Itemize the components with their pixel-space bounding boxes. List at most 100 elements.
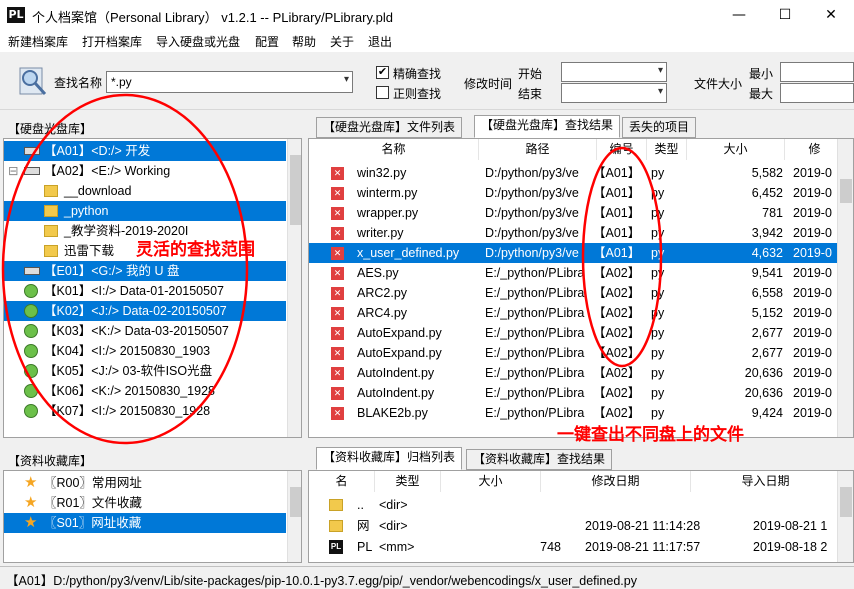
cell-name: AutoIndent.py	[357, 366, 435, 380]
min-label: 最小	[749, 67, 774, 81]
favorites-item[interactable]: ★ 〖R01〗文件收藏	[4, 493, 286, 513]
menu-about[interactable]: 关于	[330, 33, 354, 50]
table-row[interactable]: ✕ ARC4.py E:/_python/PLibra 【A02】 py 5,152 201…	[309, 303, 837, 323]
menu-help[interactable]: 帮助	[292, 33, 316, 50]
exact-search-checkbox[interactable]: ✔	[376, 66, 389, 79]
column-header-path[interactable]: 路径	[479, 139, 597, 160]
archive-header-type[interactable]: 类型	[375, 471, 441, 492]
table-row[interactable]: ✕ ARC2.py E:/_python/PLibra 【A02】 py 6,558 201…	[309, 283, 837, 303]
disk-tree-item[interactable]: 【K01】<I:/> Data-01-20150507	[4, 281, 286, 301]
cell-modified: 2019-0	[793, 166, 832, 180]
table-row[interactable]: ✕ winterm.py D:/python/py3/ve 【A01】 py 6,452 2…	[309, 183, 837, 203]
cell-type: py	[651, 246, 665, 260]
search-name-input[interactable]: *.py ▾	[106, 71, 353, 93]
start-date-picker[interactable]: ▾	[561, 62, 667, 82]
table-row[interactable]: ✕ wrapper.py D:/python/py3/ve 【A01】 py 781 201…	[309, 203, 837, 223]
disk-tree-item[interactable]: 【K04】<I:/> 20150830_1903	[4, 341, 286, 361]
tab-disk-search-results[interactable]: 【硬盘光盘库】查找结果	[474, 115, 621, 138]
disk-tree-label: 迅雷下载	[64, 244, 115, 258]
column-header-id[interactable]: 编号	[597, 139, 647, 160]
column-header-size[interactable]: 大小	[687, 139, 785, 160]
table-row[interactable]: ✕ writer.py D:/python/py3/ve 【A01】 py 3,942 20…	[309, 223, 837, 243]
cell-size: 2,677	[751, 326, 783, 340]
regex-search-checkbox[interactable]	[376, 86, 389, 99]
search-results-table: 名称 路径 编号 类型 大小 修 ✕ win32.py D:/python/py3/…	[308, 138, 854, 438]
table-row[interactable]: ✕ AutoExpand.py E:/_python/PLibra 【A02】 py 2,…	[309, 323, 837, 343]
cell-name: x_user_defined.py	[357, 246, 460, 260]
tab-archive-list[interactable]: 【资料收藏库】归档列表	[316, 447, 463, 470]
disk-tree-item[interactable]: 【K07】<I:/> 20150830_1928	[4, 401, 286, 421]
cell-id: 【A01】	[593, 206, 641, 220]
cell-id: 【A01】	[593, 226, 641, 240]
table-row[interactable]: ✕ AES.py E:/_python/PLibra 【A02】 py 9,541 2019…	[309, 263, 837, 283]
tab-disk-file-list[interactable]: 【硬盘光盘库】文件列表	[316, 117, 463, 138]
disk-tree-label: __download	[64, 184, 132, 198]
archive-header-imported[interactable]: 导入日期	[691, 471, 841, 492]
cell-id: 【A02】	[593, 366, 641, 380]
annotation-left-text: 灵活的查找范围	[136, 240, 255, 260]
favorites-item[interactable]: ★ 〖R00〗常用网址	[4, 473, 286, 493]
table-row[interactable]: PL PL <mm> 748 2019-08-21 11:17:57 2019-08-18…	[309, 537, 837, 557]
archive-scrollbar[interactable]	[837, 471, 853, 562]
table-row[interactable]: ✕ AutoIndent.py E:/_python/PLibra 【A02】 py 20…	[309, 383, 837, 403]
close-button[interactable]: ✕	[808, 0, 854, 30]
table-row[interactable]: 网 <dir> 2019-08-21 11:14:28 2019-08-21 1	[309, 516, 837, 536]
disk-tree-item[interactable]: __download	[4, 181, 286, 201]
cell-type: py	[651, 266, 665, 280]
tab-archive-search-results[interactable]: 【资料收藏库】查找结果	[466, 449, 613, 470]
favorites-scrollbar[interactable]	[287, 471, 301, 562]
python-file-icon: ✕	[331, 307, 344, 320]
python-file-icon: ✕	[331, 347, 344, 360]
tree-expander[interactable]: ⊟	[8, 161, 18, 181]
window-title: 个人档案馆（Personal Library） v1.2.1 -- PLibra…	[32, 10, 393, 25]
disk-tree-item[interactable]: 【K05】<J:/> 03-软件ISO光盘	[4, 361, 286, 381]
min-size-input[interactable]	[780, 62, 854, 82]
tab-missing-items[interactable]: 丢失的项目	[622, 117, 697, 138]
table-row[interactable]: .. <dir>	[309, 495, 837, 515]
cell-path: D:/python/py3/ve	[485, 226, 579, 240]
disk-tree-item[interactable]: 【K02】<J:/> Data-02-20150507	[4, 301, 286, 321]
table-row[interactable]: ✕ win32.py D:/python/py3/ve 【A01】 py 5,582 201…	[309, 163, 837, 183]
column-header-name[interactable]: 名称	[309, 139, 479, 160]
max-size-input[interactable]	[780, 83, 854, 103]
menu-bar: 新建档案库 打开档案库 导入硬盘或光盘 配置 帮助 关于 退出	[0, 30, 854, 52]
column-header-type[interactable]: 类型	[647, 139, 687, 160]
chevron-down-icon: ▾	[657, 65, 663, 76]
cell-type: py	[651, 286, 665, 300]
cell-name: wrapper.py	[357, 206, 419, 220]
disc-icon	[24, 304, 38, 318]
archive-header-name[interactable]: 名	[309, 471, 375, 492]
table-row[interactable]: ✕ AutoIndent.py E:/_python/PLibra 【A02】 py 20…	[309, 363, 837, 383]
disk-tree-item[interactable]: 【K03】<K:/> Data-03-20150507	[4, 321, 286, 341]
results-scrollbar[interactable]	[837, 139, 853, 437]
python-file-icon: ✕	[331, 387, 344, 400]
drive-icon	[24, 167, 40, 175]
table-row[interactable]: ✕ x_user_defined.py D:/python/py3/ve 【A01】 p…	[309, 243, 837, 263]
cell-modified: 2019-0	[793, 226, 832, 240]
disk-tree-item[interactable]: 【A01】<D:/> 开发	[4, 141, 286, 161]
table-row[interactable]: ✕ AutoExpand.py E:/_python/PLibra 【A02】 py 2,…	[309, 343, 837, 363]
disk-tree-item[interactable]: 【E01】<G:/> 我的 U 盘	[4, 261, 286, 281]
archive-header-modified[interactable]: 修改日期	[541, 471, 691, 492]
cell-name: PL	[357, 540, 373, 554]
disk-tree-item[interactable]: _python	[4, 201, 286, 221]
folder-icon	[44, 245, 58, 257]
end-date-picker[interactable]: ▾	[561, 83, 667, 103]
favorites-label: 〖R00〗常用网址	[44, 476, 142, 490]
menu-config[interactable]: 配置	[255, 33, 279, 50]
favorites-item[interactable]: ★ 〖S01〗网址收藏	[4, 513, 286, 533]
menu-import-disk[interactable]: 导入硬盘或光盘	[156, 33, 240, 50]
menu-open-library[interactable]: 打开档案库	[82, 33, 142, 50]
disk-tree-item[interactable]: ⊟ 【A02】<E:/> Working	[4, 161, 286, 181]
cell-name: writer.py	[357, 226, 404, 240]
minimize-button[interactable]: —	[716, 0, 762, 30]
disk-tree-label: 【K04】<I:/> 20150830_1903	[44, 344, 211, 358]
column-header-modified[interactable]: 修	[785, 139, 845, 160]
maximize-button[interactable]: ☐	[762, 0, 808, 30]
archive-header-size[interactable]: 大小	[441, 471, 541, 492]
disk-tree-item[interactable]: 【K06】<K:/> 20150830_1928	[4, 381, 286, 401]
disk-tree-scrollbar[interactable]	[287, 139, 301, 437]
cell-path: D:/python/py3/ve	[485, 166, 579, 180]
menu-new-library[interactable]: 新建档案库	[8, 33, 68, 50]
menu-exit[interactable]: 退出	[368, 33, 392, 50]
